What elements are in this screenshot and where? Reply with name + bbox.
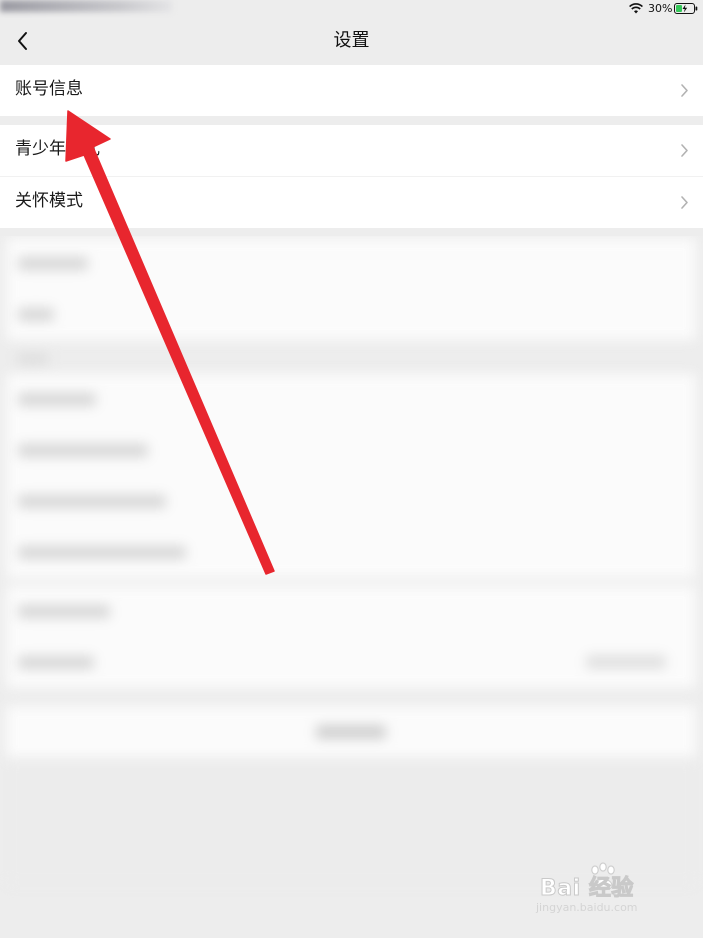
blurred-section-label [18,354,48,364]
settings-item-account-info[interactable]: 账号信息 [0,65,703,116]
chevron-right-icon [681,84,688,97]
blurred-row [6,586,696,637]
settings-group-modes: 青少年模式 关怀模式 [0,125,703,228]
blurred-row [6,374,696,425]
navigation-bar: 设置 [0,18,703,65]
blurred-group [6,706,696,757]
status-bar-blurred-region [0,0,172,12]
blurred-row [6,425,696,476]
settings-item-label: 关怀模式 [15,191,83,211]
blurred-row [6,289,696,340]
page-title: 设置 [333,30,370,51]
blurred-row [6,238,696,289]
blurred-empty-area [6,758,696,884]
chevron-right-icon [681,196,688,209]
blurred-group [6,238,696,340]
settings-group-account: 账号信息 [0,65,703,116]
blurred-row [6,476,696,527]
settings-item-care-mode[interactable]: 关怀模式 [0,176,703,228]
battery-percentage: 30% [648,2,673,15]
blurred-group [6,374,696,578]
blurred-content [0,236,703,938]
blurred-settings-area [0,236,703,938]
blurred-row [6,637,696,688]
blurred-row [6,706,696,757]
chevron-right-icon [681,144,688,157]
settings-item-label: 账号信息 [15,79,83,99]
blurred-group [6,586,696,688]
wifi-icon [629,3,643,14]
battery-charging-icon [674,3,698,14]
status-bar: 30% [0,0,703,18]
settings-item-teen-mode[interactable]: 青少年模式 [0,125,703,176]
blurred-row [6,527,696,578]
settings-item-label: 青少年模式 [15,139,100,159]
